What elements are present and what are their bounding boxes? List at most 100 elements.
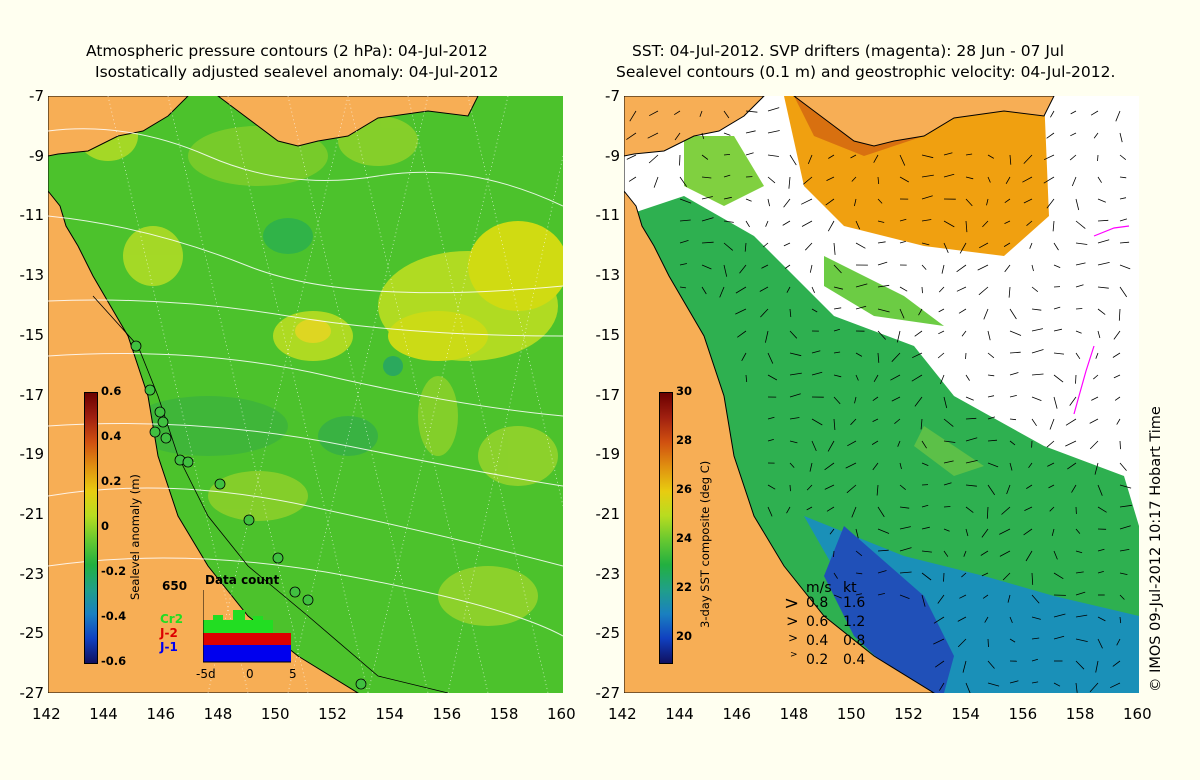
velocity-legend-ms-3: 0.2	[806, 652, 829, 668]
left-ytick--19: -19	[19, 445, 45, 464]
left-cb-ticks--0.2: -0.2	[101, 564, 127, 578]
right-cb-ticks-28: 28	[676, 433, 693, 448]
left-cb-ticks-0.2: 0.2	[101, 474, 122, 488]
right-cb-ticks-20: 20	[676, 629, 693, 644]
velocity-arrow	[1097, 154, 1099, 162]
left-xtick-152: 152	[318, 705, 347, 723]
left-ytick--7: -7	[29, 87, 44, 105]
velocity-legend-header-ms: m/s	[806, 580, 832, 596]
left-xtick-146: 146	[146, 705, 176, 723]
velocity-legend-ms-2: 0.4	[806, 633, 829, 649]
velocity-arrow	[943, 572, 945, 582]
left-ytick--9: -9	[29, 146, 44, 165]
sealevel-anomaly-map	[48, 96, 563, 693]
data-count-xtick-0: 0	[246, 667, 254, 681]
velocity-arrow	[1075, 374, 1077, 384]
right-xtick-152: 152	[894, 705, 923, 723]
left-xtick-142: 142	[32, 705, 61, 723]
right-ytick--15: -15	[595, 325, 621, 344]
velocity-legend-ms-1: 0.6	[806, 614, 829, 630]
left-xtick-148: 148	[203, 705, 233, 723]
left-ytick--23: -23	[19, 564, 45, 583]
left-cb-ticks-0.4: 0.4	[101, 429, 122, 443]
left-ytick--21: -21	[19, 504, 45, 523]
velocity-arrow	[833, 550, 835, 558]
velocity-legend-kt-0: 1.6	[843, 595, 866, 611]
right-cb-ticks-24: 24	[676, 531, 693, 546]
right-xtick-144: 144	[665, 705, 694, 723]
data-count-bars	[203, 590, 291, 663]
velocity-arrow	[789, 484, 791, 492]
velocity-legend-arrow-0: >	[784, 593, 800, 614]
velocity-legend-ms-0: 0.8	[806, 595, 829, 611]
right-xtick-158: 158	[1065, 705, 1095, 723]
left-ytick--25: -25	[19, 624, 45, 643]
data-count-xtick-5: 5	[289, 667, 297, 681]
data-count-title: Data count	[205, 573, 280, 587]
left-ytick--11: -11	[19, 206, 45, 225]
velocity-legend-arrow-1: >	[786, 612, 799, 630]
right-ytick--11: -11	[595, 206, 621, 225]
right-title-line1: SST: 04-Jul-2012. SVP drifters (magenta)…	[632, 42, 1065, 60]
left-xtick-160: 160	[547, 705, 576, 723]
sst-colorbar-label: 3-day SST composite (deg C)	[698, 460, 712, 628]
right-xtick-150: 150	[836, 705, 866, 723]
right-cb-ticks-30: 30	[676, 384, 693, 398]
left-xtick-144: 144	[89, 705, 118, 723]
data-count-series-j1: J-1	[160, 640, 178, 654]
right-xtick-156: 156	[1008, 705, 1038, 723]
left-ytick--13: -13	[19, 266, 45, 285]
sealevel-colorbar	[84, 392, 98, 664]
data-count-max: 650	[162, 579, 188, 593]
left-title-line2: Isostatically adjusted sealevel anomaly:…	[95, 63, 499, 81]
right-xtick-146: 146	[722, 705, 752, 723]
right-ytick--25: -25	[595, 624, 621, 643]
left-cb-ticks-0.6: 0.6	[101, 384, 122, 398]
data-count-series-cr2: Cr2	[160, 612, 184, 626]
left-cb-ticks-0: 0	[101, 519, 110, 533]
credit-text: © IMOS 09-Jul-2012 10:17 Hobart Time	[1148, 406, 1164, 692]
velocity-arrow	[1119, 440, 1121, 450]
right-ytick--23: -23	[595, 564, 621, 583]
right-xtick-148: 148	[779, 705, 809, 723]
data-count-series-j2: J-2	[160, 626, 178, 640]
left-xtick-154: 154	[375, 705, 404, 723]
velocity-legend-kt-2: 0.8	[843, 633, 866, 649]
velocity-arrow	[1075, 308, 1083, 310]
right-cb-ticks-22: 22	[676, 580, 693, 595]
right-ytick--7: -7	[605, 87, 620, 105]
sst-colorbar	[659, 392, 673, 664]
data-count-xtick-neg5: -5d	[196, 667, 216, 681]
left-cb-ticks--0.4: -0.4	[101, 609, 127, 623]
velocity-arrow	[987, 638, 989, 648]
right-ytick--13: -13	[595, 266, 621, 285]
right-title-line2: Sealevel contours (0.1 m) and geostrophi…	[616, 63, 1116, 81]
right-ytick--17: -17	[595, 385, 621, 404]
velocity-legend-header-kt: kt	[843, 580, 857, 596]
velocity-arrow	[679, 154, 681, 166]
left-ytick--27: -27	[19, 684, 45, 702]
right-ytick--9: -9	[605, 146, 620, 165]
right-xtick-142: 142	[608, 705, 637, 723]
right-xtick-154: 154	[951, 705, 980, 723]
left-xtick-158: 158	[489, 705, 519, 723]
left-xtick-156: 156	[432, 705, 462, 723]
sealevel-colorbar-label: Sealevel anomaly (m)	[128, 474, 142, 600]
velocity-arrow	[965, 352, 967, 360]
velocity-legend-arrow-2: >	[788, 631, 799, 645]
velocity-arrow	[943, 506, 951, 508]
left-xtick-150: 150	[260, 705, 290, 723]
left-cb-ticks--0.6: -0.6	[101, 654, 127, 668]
right-ytick--21: -21	[595, 504, 621, 523]
right-ytick--27: -27	[595, 684, 621, 702]
velocity-legend-arrow-3: >	[790, 650, 798, 660]
right-ytick--19: -19	[595, 445, 621, 464]
right-cb-ticks-26: 26	[676, 482, 693, 497]
velocity-legend-kt-3: 0.4	[843, 652, 866, 668]
left-ytick--17: -17	[19, 385, 45, 404]
left-title-line1: Atmospheric pressure contours (2 hPa): 0…	[86, 42, 488, 60]
velocity-legend-kt-1: 1.2	[843, 614, 866, 630]
velocity-arrow	[921, 286, 923, 294]
right-xtick-160: 160	[1123, 705, 1152, 723]
left-ytick--15: -15	[19, 325, 45, 344]
